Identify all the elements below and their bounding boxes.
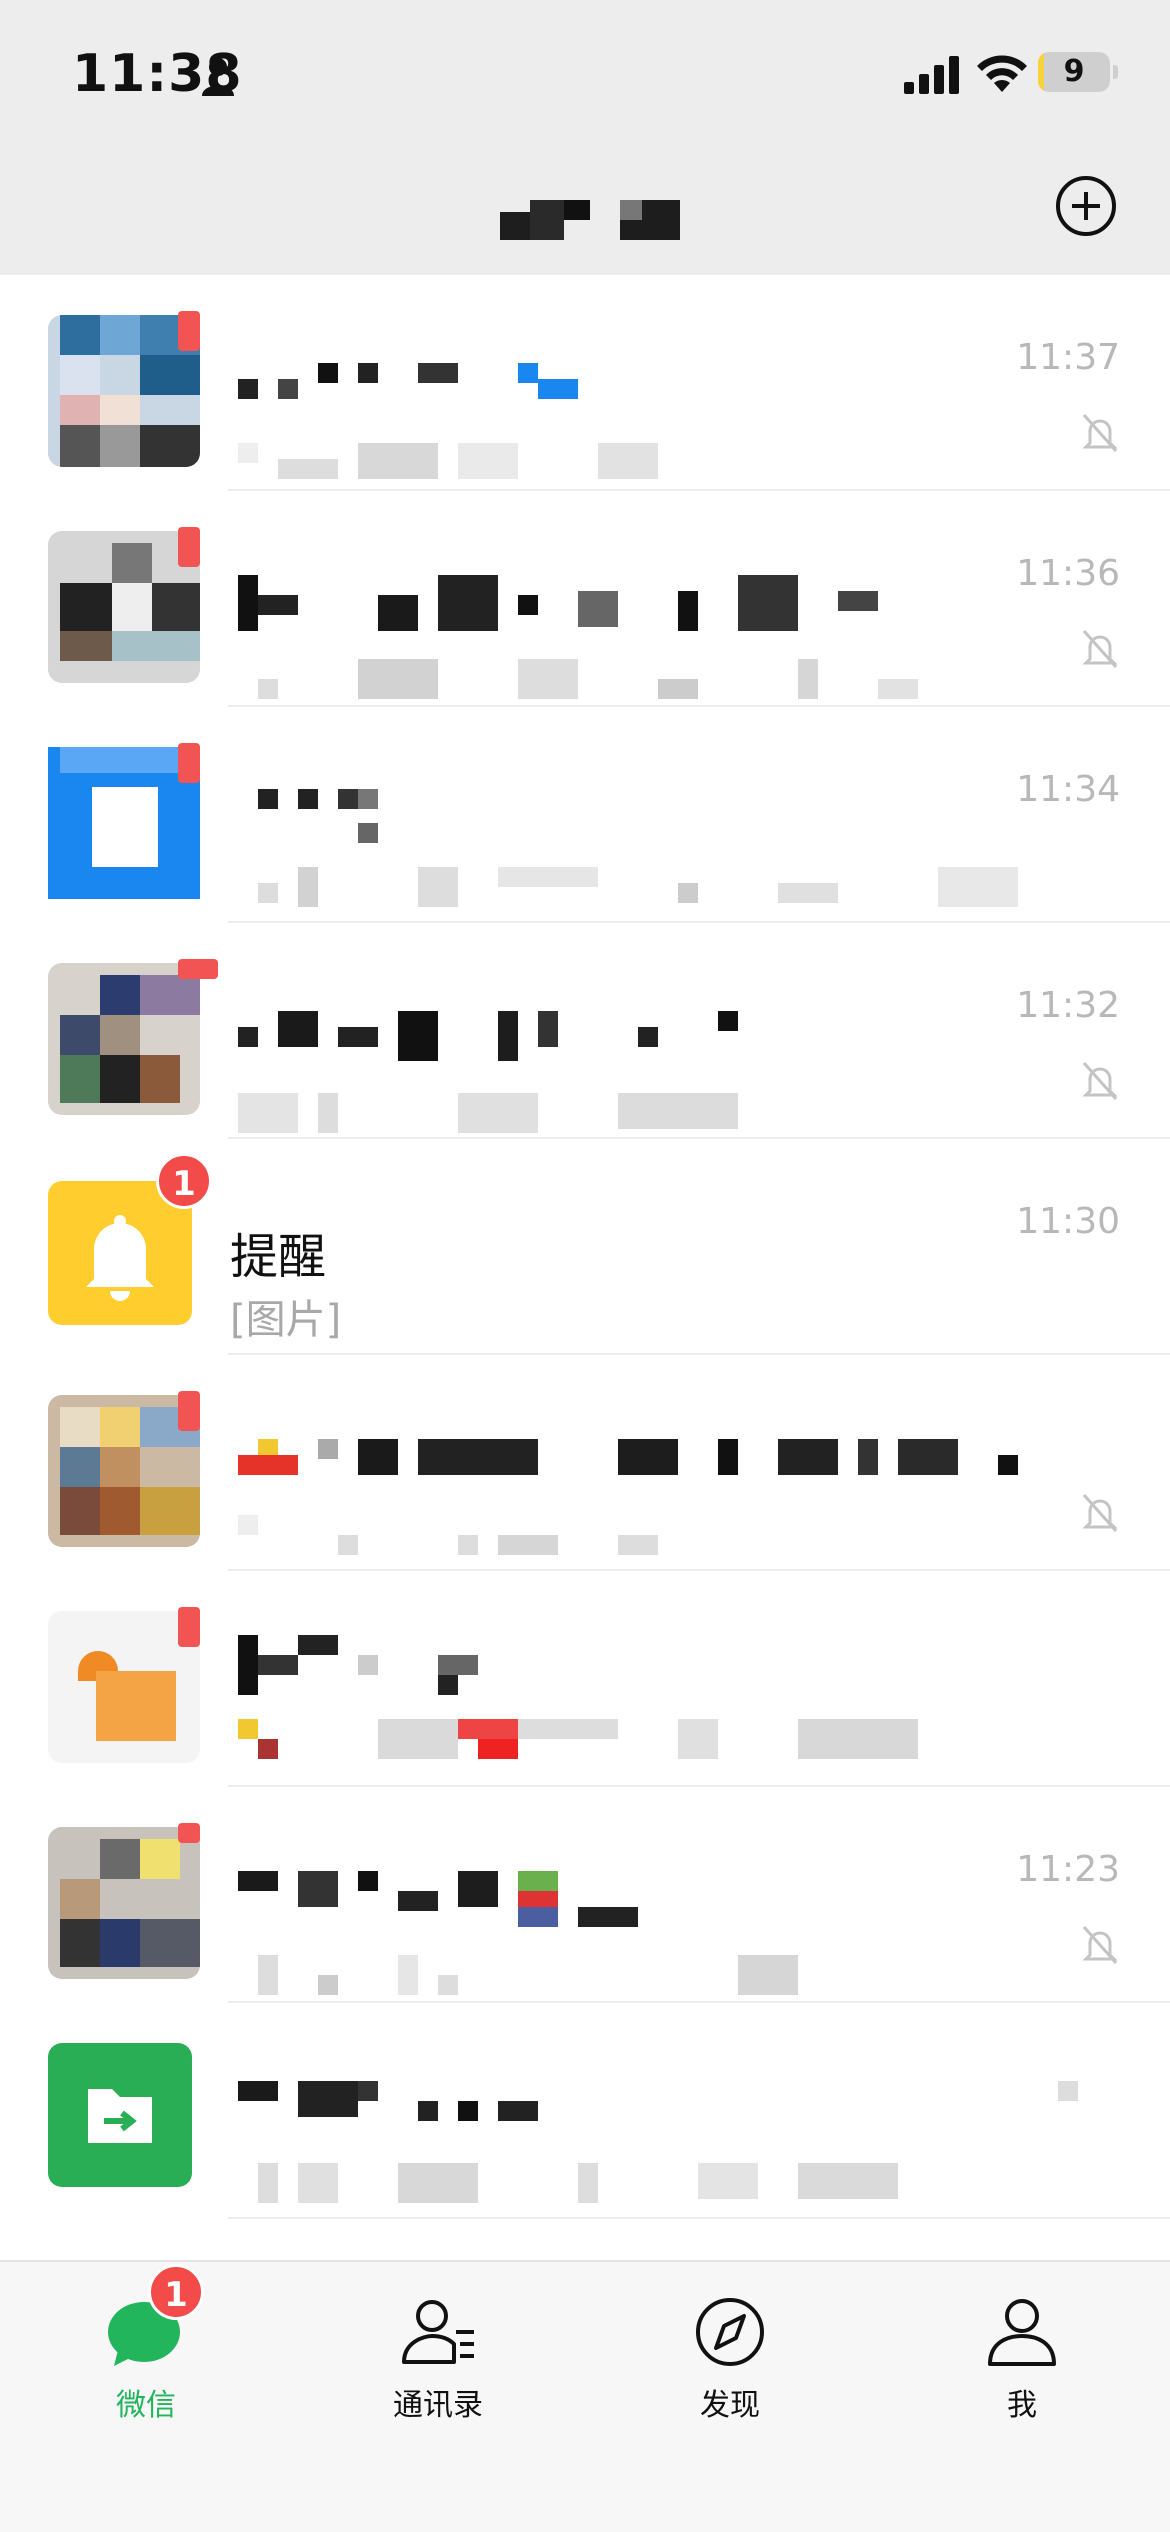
folder-transfer-icon xyxy=(88,2089,152,2143)
unread-dot xyxy=(178,1823,200,1843)
compass-icon xyxy=(696,2298,764,2366)
chat-preview xyxy=(238,1515,658,1555)
chat-preview xyxy=(258,1955,818,1995)
tab-label: 发现 xyxy=(700,2388,760,2423)
tab-contacts[interactable]: 通讯录 xyxy=(292,2262,584,2442)
chat-preview xyxy=(238,1093,758,1133)
mute-bell-icon xyxy=(1082,630,1118,668)
chat-preview: [图片] xyxy=(230,1297,342,1343)
person-icon xyxy=(988,2299,1056,2366)
chat-row[interactable]: 11:32 xyxy=(0,923,1170,1139)
wifi-icon xyxy=(977,55,1027,92)
chat-preview xyxy=(258,2163,998,2203)
chat-name xyxy=(238,1635,478,1695)
unread-dot xyxy=(178,1607,200,1647)
unread-dot xyxy=(178,311,200,351)
tab-chats[interactable]: 1 微信 xyxy=(0,2262,292,2442)
unread-dot xyxy=(178,959,218,979)
chat-row[interactable] xyxy=(0,1571,1170,1787)
chat-name xyxy=(238,1435,1018,1479)
signal-icon xyxy=(904,56,959,94)
chat-preview xyxy=(238,659,938,699)
person-icon xyxy=(202,58,234,96)
chat-list: 11:37 11:36 11:34 11:32 1 提醒 [图片] 11:30 … xyxy=(0,275,1170,2219)
unread-badge: 1 xyxy=(148,2264,204,2320)
chat-name xyxy=(238,1011,758,1061)
mute-bell-icon xyxy=(1082,1494,1118,1532)
tab-label: 通讯录 xyxy=(393,2388,483,2423)
tab-discover[interactable]: 发现 xyxy=(584,2262,876,2442)
chat-row[interactable] xyxy=(0,1355,1170,1571)
avatar xyxy=(48,2043,192,2187)
chat-preview xyxy=(238,443,658,483)
divider xyxy=(228,2217,1170,2219)
chat-name xyxy=(258,781,398,845)
unread-dot xyxy=(178,527,200,567)
nav-bar xyxy=(0,140,1170,275)
tab-label: 我 xyxy=(1007,2388,1037,2423)
avatar xyxy=(48,1827,200,1979)
chat-name xyxy=(238,1871,658,1927)
battery-icon: 9 xyxy=(1038,52,1118,92)
chat-preview xyxy=(238,1719,958,1763)
chat-name xyxy=(238,363,588,407)
chat-preview xyxy=(258,867,1058,907)
page-title xyxy=(500,200,690,240)
unread-badge: 1 xyxy=(156,1153,212,1209)
chat-row[interactable]: 11:37 xyxy=(0,275,1170,491)
mute-bell-icon xyxy=(1082,414,1118,452)
chat-time: 11:37 xyxy=(1016,337,1120,378)
chat-time: 11:36 xyxy=(1016,553,1120,594)
tab-label: 微信 xyxy=(116,2388,176,2423)
add-button[interactable] xyxy=(1054,174,1118,238)
status-bar: 11:38 9 xyxy=(0,0,1170,140)
chat-row[interactable]: 11:36 xyxy=(0,491,1170,707)
chat-row[interactable]: 11:34 xyxy=(0,707,1170,923)
unread-dot xyxy=(178,1391,200,1431)
mute-bell-icon xyxy=(1082,1926,1118,1964)
battery-level: 9 xyxy=(1063,54,1085,89)
tab-me[interactable]: 我 xyxy=(876,2262,1168,2442)
tab-bar: 1 微信 通讯录 发现 我 xyxy=(0,2260,1170,2532)
chat-row[interactable]: 11:23 xyxy=(0,1787,1170,2003)
unread-dot xyxy=(178,743,200,783)
chat-time: 11:34 xyxy=(1016,769,1120,810)
chat-time: 11:23 xyxy=(1016,1849,1120,1890)
chat-time: 11:32 xyxy=(1016,985,1120,1026)
mute-bell-icon xyxy=(1082,1062,1118,1100)
chat-row-file-transfer[interactable] xyxy=(0,2003,1170,2219)
chat-time: 11:30 xyxy=(1016,1201,1120,1242)
chat-name: 提醒 xyxy=(230,1229,327,1285)
chat-row-reminder[interactable]: 1 提醒 [图片] 11:30 xyxy=(0,1139,1170,1355)
chat-name xyxy=(238,575,878,631)
avatar xyxy=(48,963,200,1115)
contacts-icon xyxy=(402,2300,474,2364)
chat-name xyxy=(238,2081,1118,2125)
